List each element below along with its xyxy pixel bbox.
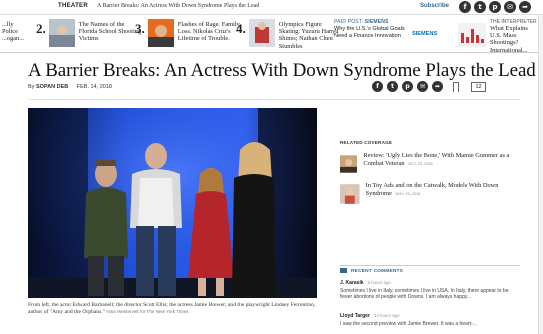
trending-text: Flashes of Rage. Family Loss. Nikolas Cr…: [177, 21, 240, 43]
related-date: NOV. 23, 2016: [395, 191, 421, 196]
article-share-tools: f t p ✉ ➦ 12: [372, 81, 486, 92]
related-thumbnail: [340, 184, 360, 204]
interpreter-promo[interactable]: THE INTERPRETER What Explains U.S. Mass …: [458, 19, 538, 54]
comment-age: 6 hours ago: [367, 280, 391, 285]
article-photo[interactable]: [28, 108, 317, 298]
related-date: OCT. 23, 2016: [408, 161, 433, 166]
photo-caption: From left, the actor Edward Barbanell; t…: [28, 302, 318, 316]
comment-body: I saw the second preview with Jamie Brew…: [340, 321, 477, 327]
interpreter-thumbnail: [458, 23, 486, 47]
paid-post-ad[interactable]: PAID POST: SIEMENS Why the U.S.'s Global…: [334, 19, 458, 50]
trending-item[interactable]: 4. Olympics Figure Skating: Yuzuru Hanyu…: [236, 19, 343, 50]
bookmark-icon[interactable]: [453, 81, 459, 92]
comment-count-button[interactable]: 12: [471, 81, 486, 92]
trending-text: ...lly Police ...ogan...: [2, 21, 25, 43]
trending-number: 4.: [236, 21, 246, 36]
share-icon[interactable]: ➦: [519, 1, 531, 13]
related-item[interactable]: Review: 'Ugly Lies the Bone,' With Mamie…: [340, 152, 520, 176]
comment-user: J. Karasik 6 hours ago: [340, 280, 510, 286]
related-item[interactable]: In Toy Ads and on the Catwalk, Models Wi…: [340, 182, 520, 206]
pinterest-icon[interactable]: p: [489, 1, 501, 13]
comment-username: J. Karasik: [340, 280, 364, 286]
comment-age: 14 hours ago: [373, 313, 400, 318]
trending-thumbnail: [48, 19, 75, 47]
related-coverage-heading: RELATED COVERAGE: [340, 140, 393, 145]
trending-number: 3.: [135, 21, 145, 36]
trending-item[interactable]: 2. The Names of the Florida School Shoot…: [36, 19, 143, 50]
twitter-icon[interactable]: t: [387, 81, 398, 92]
comment-item[interactable]: J. Karasik 6 hours ago Sometimes I live i…: [340, 280, 510, 301]
email-icon[interactable]: ✉: [417, 81, 428, 92]
facebook-icon[interactable]: f: [459, 1, 471, 13]
top-bar: THEATER A Barrier Breaks: An Actress Wit…: [0, 0, 543, 15]
trending-text: The Names of the Florida School Shooting…: [78, 21, 142, 43]
comments-divider: [340, 265, 520, 266]
photo-credit: Nina Westervelt for The New York Times: [106, 309, 189, 314]
comment-user: Lloyd Targer 14 hours ago: [340, 313, 510, 319]
ad-brand-logo: SIEMENS: [412, 31, 438, 37]
related-title: In Toy Ads and on the Catwalk, Models Wi…: [366, 182, 520, 206]
related-thumbnail: [340, 155, 358, 173]
trending-number: 2.: [36, 21, 46, 36]
publish-date: FEB. 14, 2018: [76, 84, 112, 90]
related-title: Review: 'Ugly Lies the Bone,' With Mamie…: [363, 152, 520, 176]
ad-label: PAID POST: SIEMENS: [334, 19, 458, 25]
related-title-text: In Toy Ads and on the Catwalk, Models Wi…: [365, 182, 499, 197]
trending-item[interactable]: 3. Flashes of Rage. Family Loss. Nikolas…: [135, 19, 242, 50]
author-link[interactable]: SOPAN DEB: [36, 84, 68, 90]
pinterest-icon[interactable]: p: [402, 81, 413, 92]
page-scrollbar[interactable]: [538, 15, 543, 334]
email-icon[interactable]: ✉: [504, 1, 516, 13]
ad-label-prefix: PAID POST:: [334, 19, 364, 25]
trending-strip: ...lly Police ...ogan... 2. The Names of…: [0, 16, 543, 54]
comment-username: Lloyd Targer: [340, 313, 370, 319]
trending-item[interactable]: ...lly Police ...ogan...: [2, 19, 32, 50]
section-label[interactable]: THEATER: [58, 3, 88, 9]
header-divider: [28, 99, 520, 100]
byline: By SOPAN DEB FEB. 14, 2018: [28, 84, 112, 90]
trending-thumbnail: [147, 19, 174, 47]
share-icon[interactable]: ➦: [432, 81, 443, 92]
related-title-text: Review: 'Ugly Lies the Bone,' With Mamie…: [363, 152, 510, 167]
ad-text: Why the U.S.'s Global Goals Need a Finan…: [334, 26, 405, 39]
recent-comments-heading[interactable]: RECENT COMMENTS: [340, 268, 403, 274]
topbar-headline: A Barrier Breaks: An Actress With Down S…: [97, 3, 260, 9]
facebook-icon[interactable]: f: [372, 81, 383, 92]
topbar-share: f t p ✉ ➦: [459, 1, 531, 13]
comment-body: Sometimes I live in Italy, sometimes I l…: [340, 288, 509, 301]
article-title: A Barrier Breaks: An Actress With Down S…: [28, 60, 536, 81]
ad-label-brand: SIEMENS: [364, 19, 389, 25]
subscribe-link[interactable]: Subscribe: [420, 3, 449, 9]
promo-text: What Explains U.S. Mass Shootings? Inter…: [490, 25, 528, 54]
twitter-icon[interactable]: t: [474, 1, 486, 13]
byline-prefix: By: [28, 84, 35, 90]
comment-item[interactable]: Lloyd Targer 14 hours ago I saw the secon…: [340, 313, 510, 327]
trending-thumbnail: [248, 19, 275, 47]
